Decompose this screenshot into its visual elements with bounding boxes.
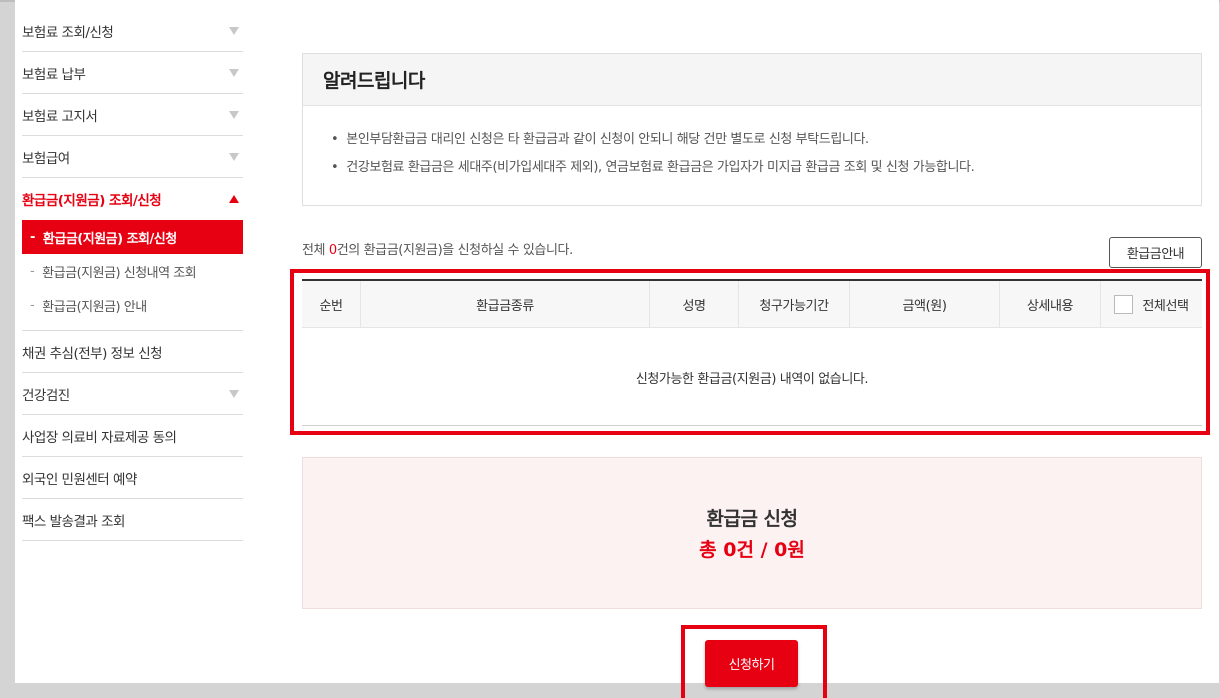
- sidebar-item-foreigner-center[interactable]: 외국인 민원센터 예약: [22, 457, 243, 499]
- sidebar-item-label: 보험료 고지서: [22, 108, 98, 125]
- sidebar-item-premium-notice[interactable]: 보험료 고지서: [22, 94, 243, 136]
- dash-icon: -: [30, 229, 35, 245]
- chevron-down-icon: [229, 153, 239, 161]
- sidebar-item-medical-consent[interactable]: 사업장 의료비 자료제공 동의: [22, 415, 243, 457]
- sidebar-item-premium-payment[interactable]: 보험료 납부: [22, 52, 243, 94]
- sidebar-item-label: 보험료 조회/신청: [22, 24, 114, 41]
- sidebar-item-health-checkup[interactable]: 건강검진: [22, 373, 243, 415]
- refund-summary-box: 환급금 신청 총 0건 / 0원: [302, 457, 1202, 609]
- sidebar-item-label: 채권 추심(전부) 정보 신청: [22, 345, 163, 362]
- chevron-down-icon: [229, 69, 239, 77]
- sidebar-item-label: 환급금(지원금) 조회/신청: [22, 193, 162, 209]
- sidebar-item-premium-inquiry[interactable]: 보험료 조회/신청: [22, 10, 243, 52]
- notice-line: • 건강보험료 환급금은 세대주(비가입세대주 제외), 연금보험료 환급금은 가…: [331, 159, 1201, 187]
- chevron-up-icon: [229, 195, 239, 203]
- sidebar-item-refund[interactable]: 환급금(지원금) 조회/신청: [22, 178, 243, 220]
- refund-count: 0: [328, 243, 337, 258]
- sidebar-item-label: 사업장 의료비 자료제공 동의: [22, 429, 177, 446]
- dash-icon: -: [30, 297, 35, 313]
- sidebar-item-label: 보험급여: [22, 150, 70, 167]
- refund-count-summary: 전체 0건의 환급금(지원금)을 신청하실 수 있습니다.: [302, 239, 573, 258]
- dash-icon: -: [30, 263, 35, 279]
- highlight-box-apply: [681, 625, 827, 698]
- sidebar-item-label: 팩스 발송결과 조회: [22, 513, 125, 530]
- sidebar-menu: 보험료 조회/신청 보험료 납부 보험료 고지서 보험급여 환급금(지원금) 조…: [22, 10, 243, 541]
- refund-submenu: - 환급금(지원금) 조회/신청 - 환급금(지원금) 신청내역 조회 - 환급…: [22, 220, 243, 331]
- submenu-item-label: 환급금(지원금) 신청내역 조회: [42, 265, 197, 281]
- submenu-item-refund-inquiry[interactable]: - 환급금(지원금) 조회/신청: [22, 220, 243, 254]
- notice-body: • 본인부담환급금 대리인 신청은 타 환급금과 같이 신청이 안되니 해당 건만…: [303, 106, 1201, 187]
- notice-line: • 본인부담환급금 대리인 신청은 타 환급금과 같이 신청이 안되니 해당 건만…: [331, 131, 1201, 159]
- refund-total: 총 0건 / 0원: [699, 539, 805, 561]
- chevron-down-icon: [229, 390, 239, 398]
- sidebar-item-label: 건강검진: [22, 387, 70, 404]
- summary-suffix: 건의 환급금(지원금)을 신청하실 수 있습니다.: [336, 243, 573, 258]
- notice-box: 알려드립니다 • 본인부담환급금 대리인 신청은 타 환급금과 같이 신청이 안되…: [302, 53, 1202, 206]
- refund-guide-button[interactable]: 환급금안내: [1109, 237, 1202, 268]
- sidebar-item-insurance-benefit[interactable]: 보험급여: [22, 136, 243, 178]
- sidebar-item-label: 외국인 민원센터 예약: [22, 471, 137, 488]
- refund-title: 환급금 신청: [706, 508, 798, 530]
- notice-text: 본인부담환급금 대리인 신청은 타 환급금과 같이 신청이 안되니 해당 건만 …: [346, 132, 869, 147]
- submenu-item-refund-history[interactable]: - 환급금(지원금) 신청내역 조회: [22, 254, 243, 288]
- submenu-item-label: 환급금(지원금) 안내: [42, 299, 147, 315]
- sidebar-item-label: 보험료 납부: [22, 66, 86, 83]
- bullet-icon: •: [331, 132, 339, 147]
- highlight-box-table: [290, 269, 1210, 435]
- submenu-item-refund-guide[interactable]: - 환급금(지원금) 안내: [22, 288, 243, 322]
- notice-text: 건강보험료 환급금은 세대주(비가입세대주 제외), 연금보험료 환급금은 가입…: [346, 160, 975, 175]
- sidebar-item-fax-result[interactable]: 팩스 발송결과 조회: [22, 499, 243, 541]
- summary-prefix: 전체: [302, 243, 329, 258]
- chevron-down-icon: [229, 27, 239, 35]
- sidebar-item-debt-collection[interactable]: 채권 추심(전부) 정보 신청: [22, 331, 243, 373]
- notice-title: 알려드립니다: [303, 54, 1201, 106]
- bullet-icon: •: [331, 160, 339, 175]
- submenu-item-label: 환급금(지원금) 조회/신청: [42, 231, 177, 247]
- chevron-down-icon: [229, 111, 239, 119]
